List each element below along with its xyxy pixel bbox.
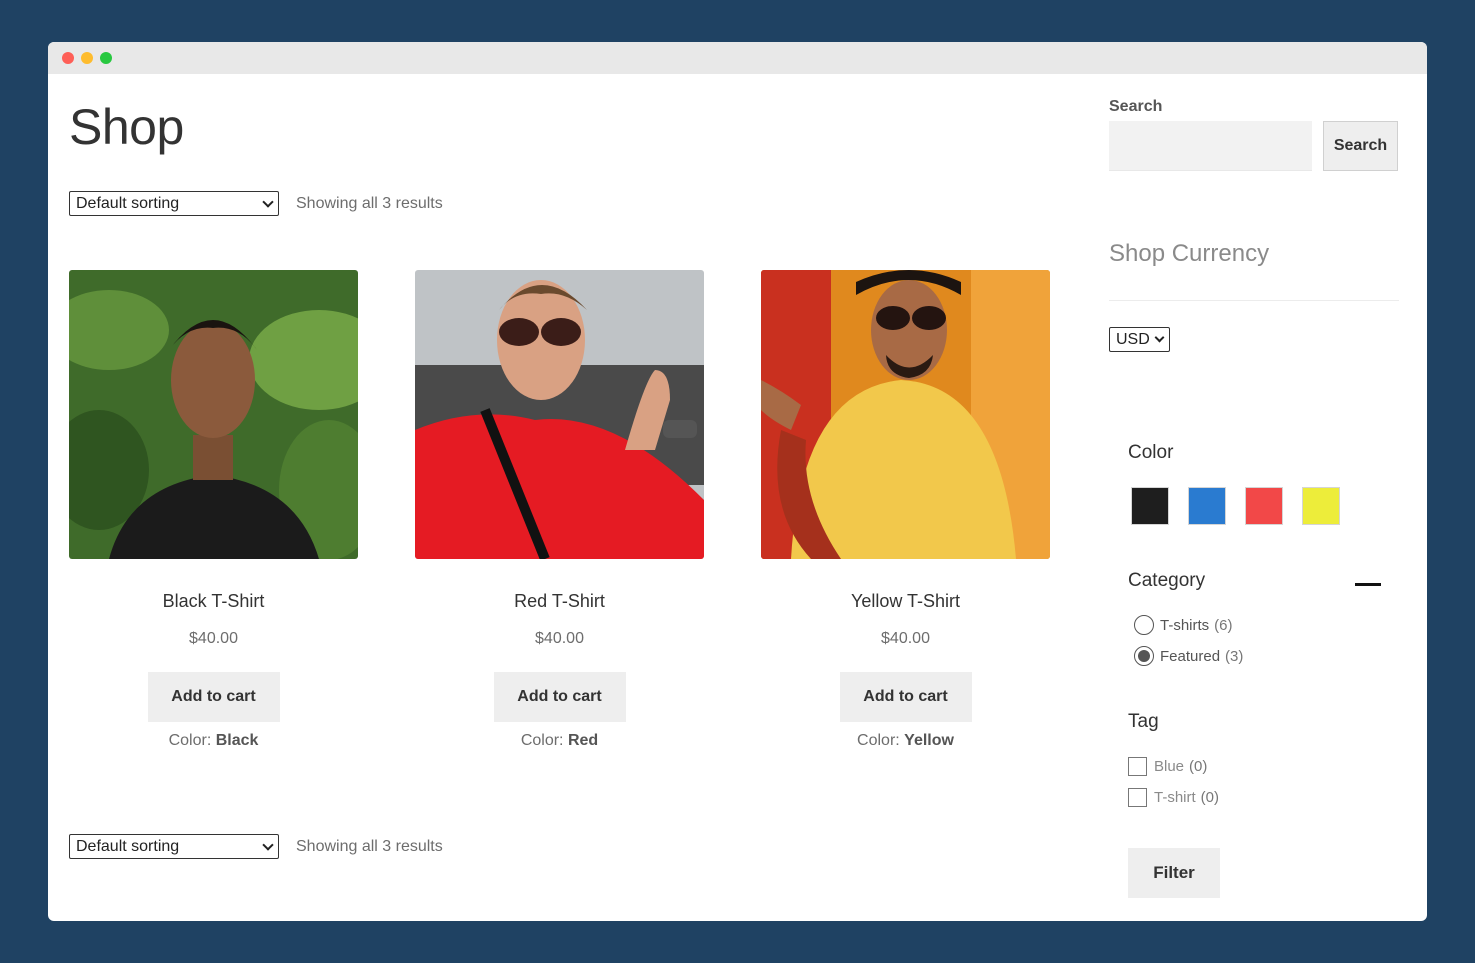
chevron-down-icon xyxy=(1154,332,1165,343)
category-option-tshirts[interactable]: T-shirts (6) xyxy=(1134,615,1233,635)
product-card: Black T-Shirt $40.00 Add to cart Color: … xyxy=(69,270,358,750)
tag-option-blue[interactable]: Blue (0) xyxy=(1128,757,1207,776)
result-count: Showing all 3 results xyxy=(296,837,443,855)
product-title[interactable]: Black T-Shirt xyxy=(69,591,358,612)
color-swatch-yellow[interactable] xyxy=(1302,487,1340,525)
page-title: Shop xyxy=(69,99,184,155)
product-image[interactable] xyxy=(69,270,358,559)
product-color: Color: Yellow xyxy=(857,732,954,749)
product-card: Red T-Shirt $40.00 Add to cart Color: Re… xyxy=(415,270,704,750)
page-content: Shop Default sorting Showing all 3 resul… xyxy=(48,74,1427,921)
sort-select[interactable]: Default sorting xyxy=(69,191,279,216)
tag-option-tshirt[interactable]: T-shirt (0) xyxy=(1128,788,1219,807)
search-input[interactable] xyxy=(1109,121,1312,171)
product-price: $40.00 xyxy=(189,630,238,647)
product-price: $40.00 xyxy=(881,630,930,647)
checkbox[interactable] xyxy=(1128,788,1147,807)
chevron-down-icon xyxy=(262,838,274,851)
product-image[interactable] xyxy=(761,270,1050,559)
product-color: Color: Black xyxy=(168,732,259,749)
radio-button[interactable] xyxy=(1134,615,1154,635)
minimize-window-button[interactable] xyxy=(81,52,93,64)
sort-select-value: Default sorting xyxy=(76,194,180,212)
search-label: Search xyxy=(1109,98,1163,115)
category-option-featured[interactable]: Featured (3) xyxy=(1134,646,1243,666)
color-swatches xyxy=(1131,487,1340,525)
sort-select-value: Default sorting xyxy=(76,837,180,855)
product-title[interactable]: Yellow T-Shirt xyxy=(761,591,1050,612)
product-image[interactable] xyxy=(415,270,704,559)
chevron-down-icon xyxy=(262,195,274,208)
filter-button[interactable]: Filter xyxy=(1128,848,1220,898)
color-swatch-blue[interactable] xyxy=(1188,487,1226,525)
add-to-cart-button[interactable]: Add to cart xyxy=(839,672,972,722)
product-grid: Black T-Shirt $40.00 Add to cart Color: … xyxy=(69,270,1050,750)
product-title[interactable]: Red T-Shirt xyxy=(415,591,704,612)
title-bar xyxy=(48,42,1427,74)
tag-filter-heading: Tag xyxy=(1128,711,1159,732)
result-count: Showing all 3 results xyxy=(296,194,443,212)
add-to-cart-button[interactable]: Add to cart xyxy=(493,672,626,722)
collapse-minus-icon[interactable] xyxy=(1355,583,1381,586)
shop-toolbar-bottom: Default sorting Showing all 3 results xyxy=(69,834,443,859)
currency-select[interactable]: USD xyxy=(1109,327,1170,352)
search-button[interactable]: Search xyxy=(1323,121,1398,171)
radio-button-checked[interactable] xyxy=(1134,646,1154,666)
color-swatch-black[interactable] xyxy=(1131,487,1169,525)
maximize-window-button[interactable] xyxy=(100,52,112,64)
currency-widget-title: Shop Currency xyxy=(1109,240,1270,267)
checkbox[interactable] xyxy=(1128,757,1147,776)
color-swatch-red[interactable] xyxy=(1245,487,1283,525)
product-price: $40.00 xyxy=(535,630,584,647)
add-to-cart-button[interactable]: Add to cart xyxy=(147,672,280,722)
category-filter-heading: Category xyxy=(1128,570,1206,591)
sort-select[interactable]: Default sorting xyxy=(69,834,279,859)
color-filter-heading: Color xyxy=(1128,442,1174,463)
browser-window: Shop Default sorting Showing all 3 resul… xyxy=(48,42,1427,921)
shop-toolbar-top: Default sorting Showing all 3 results xyxy=(69,191,443,216)
currency-select-value: USD xyxy=(1116,330,1150,348)
product-card: Yellow T-Shirt $40.00 Add to cart Color:… xyxy=(761,270,1050,750)
product-color: Color: Red xyxy=(520,732,599,749)
close-window-button[interactable] xyxy=(62,52,74,64)
divider xyxy=(1109,300,1399,301)
